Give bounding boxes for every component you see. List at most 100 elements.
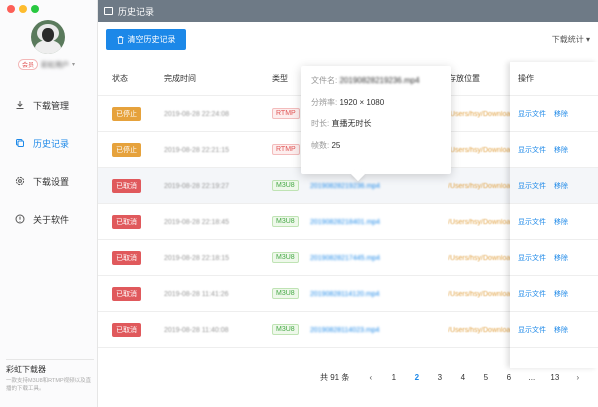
page-number-button[interactable]: 1 bbox=[382, 373, 405, 382]
file-name-link[interactable]: 20190828217445.mp4 bbox=[310, 255, 380, 262]
header-time: 完成时间 bbox=[164, 74, 196, 83]
type-badge: RTMP bbox=[272, 144, 300, 155]
avatar[interactable] bbox=[31, 20, 65, 54]
completion-time: 2019-08-28 22:18:15 bbox=[164, 255, 229, 262]
sidebar-item-download-settings[interactable]: 下载设置 bbox=[0, 162, 98, 200]
page-number-button[interactable]: 4 bbox=[451, 373, 474, 382]
page-number-button[interactable]: 6 bbox=[497, 373, 520, 382]
file-name-link[interactable]: 20190828218401.mp4 bbox=[310, 219, 380, 226]
header-ops: 操作 bbox=[510, 62, 598, 96]
page-number-button[interactable]: 2 bbox=[405, 373, 428, 382]
download-stats-label: 下载统计 bbox=[551, 35, 584, 44]
file-location: /Users/hsy/Downloads bbox=[448, 219, 514, 226]
remove-button[interactable]: 移除 bbox=[554, 181, 568, 191]
maximize-window-button[interactable] bbox=[31, 5, 39, 13]
type-badge: M3U8 bbox=[272, 216, 299, 227]
show-file-button[interactable]: 显示文件 bbox=[518, 217, 546, 227]
brand-title: 彩虹下载器 bbox=[6, 365, 46, 374]
page-number-button[interactable]: 3 bbox=[428, 373, 451, 382]
tooltip-fps-key: 帧数: bbox=[311, 140, 330, 150]
operations-row: 显示文件 移除 bbox=[510, 204, 598, 240]
operations-row: 显示文件 移除 bbox=[510, 168, 598, 204]
trash-icon bbox=[117, 35, 123, 44]
file-name-link[interactable]: 20190828114120.mp4 bbox=[310, 291, 380, 298]
tooltip-filename-value: 20190828219236.mp4 bbox=[339, 76, 420, 85]
chevron-down-icon: ▾ bbox=[585, 35, 590, 44]
status-badge: 已停止 bbox=[112, 106, 141, 121]
status-badge: 已取消 bbox=[112, 322, 141, 337]
completion-time: 2019-08-28 22:24:08 bbox=[164, 111, 229, 118]
status-badge: 已取消 bbox=[112, 250, 141, 265]
history-icon bbox=[16, 139, 24, 147]
operations-row: 显示文件 移除 bbox=[510, 312, 598, 348]
type-badge: M3U8 bbox=[272, 324, 299, 335]
completion-time: 2019-08-28 22:18:45 bbox=[164, 219, 229, 226]
clear-history-button[interactable]: 清空历史记录 bbox=[106, 29, 186, 50]
sidebar-item-history[interactable]: 历史记录 bbox=[0, 124, 98, 162]
operations-row: 显示文件 移除 bbox=[510, 132, 598, 168]
sidebar-nav: 下载管理 历史记录 下载设置 关于软件 bbox=[0, 86, 98, 238]
info-icon bbox=[15, 214, 25, 224]
tooltip-fps-value: 25 bbox=[331, 140, 341, 150]
show-file-button[interactable]: 显示文件 bbox=[518, 325, 546, 335]
sidebar-item-label: 下载管理 bbox=[33, 100, 70, 111]
file-location: /Users/hsy/Downloads bbox=[448, 111, 514, 118]
file-info-tooltip: 文件名: 20190828219236.mp4 分辨率: 1920 × 1080… bbox=[301, 66, 451, 174]
operations-column: 操作 显示文件 移除 显示文件 移除 显示文件 移除 显示文件 移除 显示文件 移除 显示文件 移除显… bbox=[510, 62, 598, 368]
show-file-button[interactable]: 显示文件 bbox=[518, 289, 546, 299]
remove-button[interactable]: 移除 bbox=[554, 217, 568, 227]
header-location: 存放位置 bbox=[448, 74, 480, 83]
user-menu[interactable]: 会员 彩虹用户 ▾ bbox=[18, 59, 75, 70]
file-location: /Users/hsy/Downloads bbox=[448, 183, 514, 190]
clear-history-label: 清空历史记录 bbox=[127, 35, 176, 44]
file-location: /Users/hsy/Downloads bbox=[448, 291, 514, 298]
completion-time: 2019-08-28 22:19:27 bbox=[164, 183, 229, 190]
gear-icon bbox=[15, 176, 25, 186]
type-badge: RTMP bbox=[272, 108, 300, 119]
show-file-button[interactable]: 显示文件 bbox=[518, 145, 546, 155]
page-number-button[interactable]: 5 bbox=[474, 373, 497, 382]
close-window-button[interactable] bbox=[7, 5, 15, 13]
sidebar-item-label: 关于软件 bbox=[33, 214, 70, 225]
page-number-button[interactable]: 13 bbox=[543, 373, 566, 382]
page-title: 历史记录 bbox=[118, 6, 155, 17]
prev-page-button[interactable]: ‹ bbox=[359, 373, 382, 382]
file-name-link[interactable]: 20190828219236.mp4 bbox=[310, 183, 380, 190]
file-name-link[interactable]: 20190828114023.mp4 bbox=[310, 327, 380, 334]
operations-row: 显示文件 移除 bbox=[510, 96, 598, 132]
type-badge: M3U8 bbox=[272, 252, 299, 263]
show-file-button[interactable]: 显示文件 bbox=[518, 181, 546, 191]
tooltip-duration-value: 直播无时长 bbox=[331, 119, 372, 128]
status-badge: 已取消 bbox=[112, 286, 141, 301]
tooltip-filename-key: 文件名: bbox=[311, 76, 338, 85]
sidebar: 会员 彩虹用户 ▾ 下载管理 历史记录 下载设置 关于软件 彩虹下载器 一款支持… bbox=[0, 0, 98, 407]
sidebar-item-label: 下载设置 bbox=[33, 176, 70, 187]
minimize-window-button[interactable] bbox=[19, 5, 27, 13]
completion-time: 2019-08-28 11:40:08 bbox=[164, 327, 229, 334]
file-location: /Users/hsy/Downloads bbox=[448, 147, 514, 154]
remove-button[interactable]: 移除 bbox=[554, 289, 568, 299]
tooltip-duration-key: 时长: bbox=[311, 119, 330, 128]
status-badge: 已取消 bbox=[112, 214, 141, 229]
next-page-button[interactable]: › bbox=[566, 373, 589, 382]
sidebar-item-download-manager[interactable]: 下载管理 bbox=[0, 86, 98, 124]
remove-button[interactable]: 移除 bbox=[554, 145, 568, 155]
operations-row: 显示文件 移除 bbox=[510, 276, 598, 312]
status-badge: 已取消 bbox=[112, 178, 141, 193]
pagination-ellipsis: ... bbox=[528, 373, 536, 382]
show-file-button[interactable]: 显示文件 bbox=[518, 109, 546, 119]
remove-button[interactable]: 移除 bbox=[554, 109, 568, 119]
remove-button[interactable]: 移除 bbox=[554, 253, 568, 263]
vip-badge: 会员 bbox=[18, 59, 39, 70]
download-icon bbox=[16, 101, 24, 109]
sidebar-item-about[interactable]: 关于软件 bbox=[0, 200, 98, 238]
download-stats-dropdown[interactable]: 下载统计 ▾ bbox=[552, 34, 590, 45]
tooltip-resolution-value: 1920 × 1080 bbox=[339, 97, 385, 107]
user-name: 彩虹用户 bbox=[41, 61, 70, 69]
pagination: 共 91 条 ‹ 1 2 3 4 5 6... 13 › bbox=[320, 372, 589, 383]
show-file-button[interactable]: 显示文件 bbox=[518, 253, 546, 263]
remove-button[interactable]: 移除 bbox=[554, 325, 568, 335]
toolbar: 清空历史记录 下载统计 ▾ bbox=[98, 22, 598, 62]
sidebar-item-label: 历史记录 bbox=[33, 138, 70, 149]
page-header: 历史记录 bbox=[98, 0, 598, 22]
